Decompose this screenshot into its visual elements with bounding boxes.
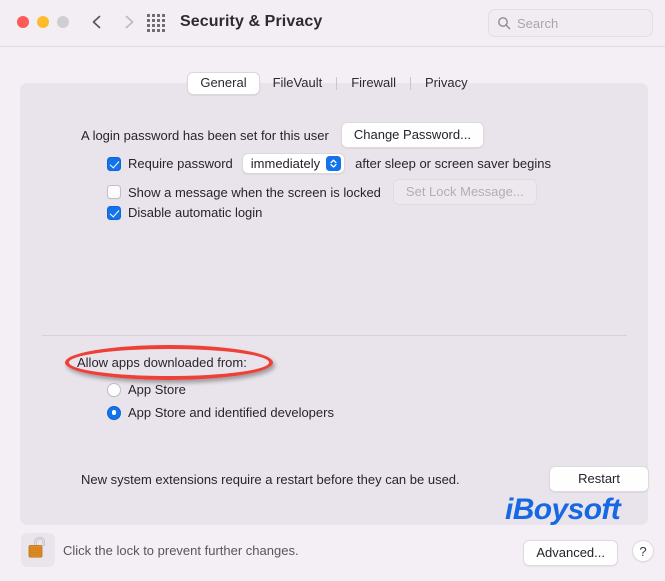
tab-separator — [336, 77, 338, 90]
unlocked-padlock-icon — [26, 535, 50, 566]
require-password-checkbox[interactable] — [107, 156, 121, 171]
password-delay-value: immediately — [250, 156, 321, 171]
page-title: Security & Privacy — [180, 13, 323, 30]
close-button[interactable] — [17, 16, 29, 28]
tab-general[interactable]: General — [187, 72, 260, 95]
minimize-button[interactable] — [37, 16, 49, 28]
login-password-text: A login password has been set for this u… — [81, 127, 329, 143]
search-icon — [497, 16, 511, 30]
require-password-label: Require password — [128, 156, 233, 171]
search-input[interactable]: Search — [488, 9, 653, 37]
section-divider — [42, 335, 627, 336]
change-password-button[interactable]: Change Password... — [340, 122, 484, 148]
tab-separator — [410, 77, 412, 90]
forward-chevron-icon — [120, 12, 138, 32]
password-delay-select[interactable]: immediately — [241, 153, 346, 174]
lock-button[interactable] — [21, 533, 55, 567]
show-lock-message-row: Show a message when the screen is locked… — [107, 179, 537, 205]
tab-privacy[interactable]: Privacy — [412, 72, 481, 95]
security-privacy-window: Security & Privacy Search General FileVa… — [0, 0, 665, 581]
system-extensions-row: New system extensions require a restart … — [81, 466, 649, 492]
disable-automatic-login-row: Disable automatic login — [107, 205, 262, 220]
tab-firewall[interactable]: Firewall — [338, 72, 409, 95]
navigation-buttons — [88, 12, 138, 32]
tab-filevault[interactable]: FileVault — [260, 72, 336, 95]
app-store-identified-developers-label: App Store and identified developers — [128, 405, 334, 420]
lock-status-text: Click the lock to prevent further change… — [63, 543, 299, 558]
app-store-radio[interactable] — [107, 382, 121, 397]
disable-automatic-login-label: Disable automatic login — [128, 205, 263, 220]
iboysoft-watermark: iBoysoft — [505, 493, 621, 526]
app-store-label: App Store — [128, 382, 186, 397]
allow-apps-heading: Allow apps downloaded from: — [77, 355, 247, 370]
help-button[interactable]: ? — [632, 540, 654, 562]
allow-apps-heading-row: Allow apps downloaded from: — [77, 355, 247, 370]
show-all-preferences-icon[interactable] — [147, 14, 165, 32]
disable-automatic-login-checkbox[interactable] — [107, 205, 121, 220]
login-password-row: A login password has been set for this u… — [81, 122, 484, 148]
advanced-button[interactable]: Advanced... — [523, 540, 618, 566]
require-password-suffix: after sleep or screen saver begins — [355, 156, 551, 171]
back-chevron-icon[interactable] — [88, 12, 106, 32]
general-settings-panel: General FileVault Firewall Privacy A log… — [20, 72, 649, 525]
search-placeholder: Search — [517, 15, 559, 31]
zoom-button — [57, 16, 69, 28]
radio-row-app-store-identified-developers: App Store and identified developers — [107, 405, 334, 420]
set-lock-message-button: Set Lock Message... — [392, 179, 537, 205]
require-password-row: Require password immediately after sleep… — [107, 153, 551, 174]
window-titlebar: Security & Privacy Search — [0, 0, 665, 47]
restart-button[interactable]: Restart — [549, 466, 649, 492]
app-store-identified-developers-radio[interactable] — [107, 405, 121, 420]
radio-row-app-store: App Store — [107, 382, 186, 397]
show-lock-message-label: Show a message when the screen is locked — [128, 184, 381, 200]
tab-bar: General FileVault Firewall Privacy — [20, 72, 648, 95]
show-lock-message-checkbox[interactable] — [107, 185, 121, 199]
system-extensions-text: New system extensions require a restart … — [81, 471, 460, 487]
traffic-lights — [17, 16, 69, 28]
chevron-updown-icon — [326, 156, 342, 171]
